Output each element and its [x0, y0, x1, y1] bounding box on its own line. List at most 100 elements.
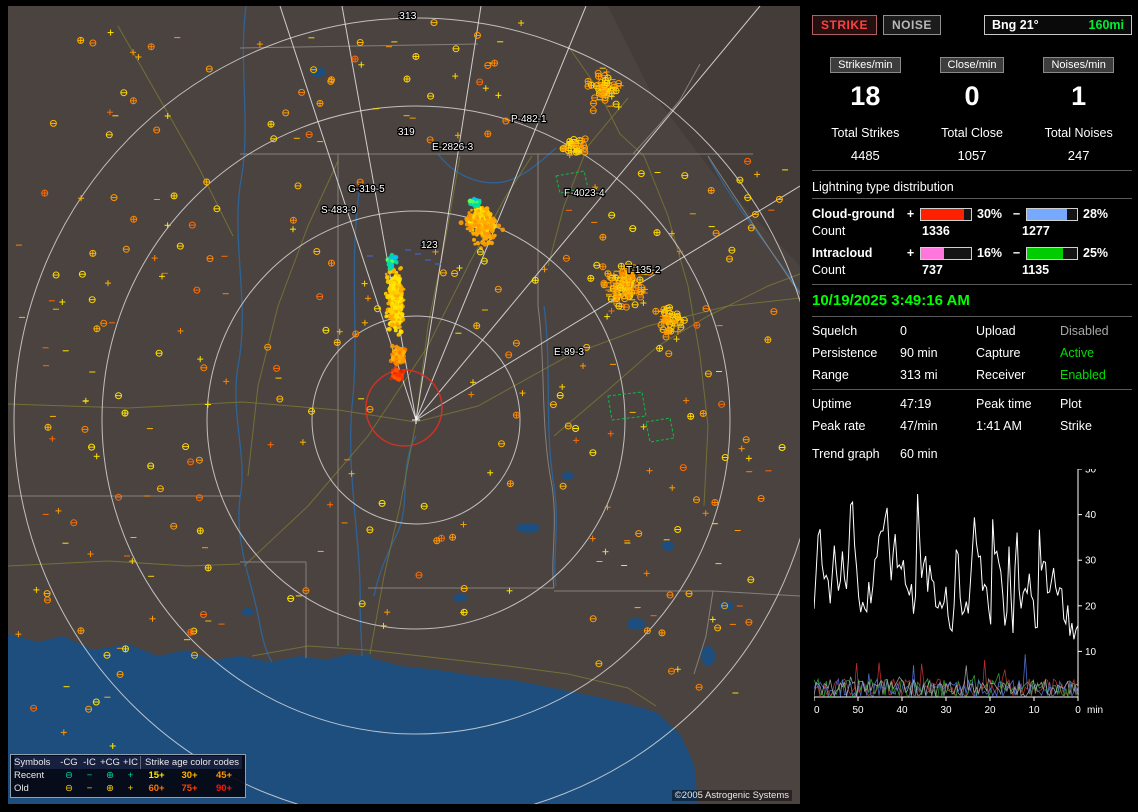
- cg-negative-pct: 28%: [1083, 207, 1109, 221]
- old-cg-minus-icon: ⊖: [65, 783, 73, 794]
- capture-label: Capture: [976, 346, 1021, 360]
- recent-ic-minus-icon: −: [86, 770, 93, 781]
- total-noises-value: 247: [1067, 148, 1090, 163]
- strike-mode-button[interactable]: STRIKE: [812, 15, 878, 35]
- recent-cg-plus-icon: ⊕: [106, 770, 114, 781]
- cg-negative-count: 1277: [1022, 224, 1050, 238]
- svg-text:60: 60: [814, 705, 820, 716]
- trend-graph-header: Trend graph 60 min: [812, 447, 1132, 461]
- uptime-label: Uptime: [812, 397, 852, 411]
- mode-toolbar: STRIKE NOISE Bng 21° 160mi: [812, 15, 1132, 35]
- trend-graph-label: Trend graph: [812, 447, 880, 461]
- ic-negative-pct: 25%: [1083, 246, 1109, 260]
- bearing-range-value: 160mi: [1088, 18, 1124, 32]
- ic-count-label: Count: [812, 263, 846, 277]
- peak-time-label: Peak time: [976, 397, 1032, 411]
- cg-positive-pct: 30%: [977, 207, 1003, 221]
- svg-text:50: 50: [1085, 469, 1097, 476]
- upload-value: Disabled: [1060, 324, 1109, 338]
- age-60: 60+: [148, 783, 165, 794]
- lightning-map[interactable]: 313 319 E-2826-3 G-319-5 S-483-9 P-482-1 F-402…: [8, 6, 800, 804]
- ic-minus-sign: −: [1012, 246, 1021, 260]
- ic-positive-bar: [920, 246, 972, 260]
- persistence-value: 90 min: [900, 346, 938, 360]
- plot-label: Plot: [1060, 397, 1082, 411]
- status-grid: Uptime 47:19 Peak time Plot Peak rate 47…: [812, 397, 1132, 433]
- svg-text:40: 40: [1085, 510, 1097, 521]
- noise-mode-button[interactable]: NOISE: [883, 15, 941, 35]
- bearing-value: Bng 21°: [992, 18, 1039, 32]
- map-legend: Symbols -CG -IC +CG +IC Strike age color…: [10, 754, 246, 798]
- cg-positive-count: 1336: [922, 224, 950, 238]
- cloud-ground-label: Cloud-ground: [812, 207, 895, 221]
- svg-text:20: 20: [1085, 601, 1097, 612]
- cg-positive-bar: [920, 207, 972, 221]
- upload-label: Upload: [976, 324, 1016, 338]
- legend-col-pcg: +CG: [99, 756, 121, 769]
- legend-recent-label: Recent: [14, 770, 45, 781]
- rate-counters: Strikes/min 18 Total Strikes 4485 Close/…: [812, 57, 1132, 163]
- strikes-per-min-button[interactable]: Strikes/min: [830, 57, 901, 73]
- age-75: 75+: [181, 783, 198, 794]
- total-noises-label: Total Noises: [1044, 126, 1113, 140]
- ic-positive-pct: 16%: [977, 246, 1003, 260]
- copyright-text: ©2005 Astrogenic Systems: [671, 790, 792, 801]
- bearing-readout: Bng 21° 160mi: [984, 15, 1132, 35]
- status-panel: STRIKE NOISE Bng 21° 160mi Strikes/min 1…: [812, 6, 1132, 806]
- peak-rate-value: 47/min: [900, 419, 938, 433]
- svg-text:50: 50: [852, 705, 864, 716]
- distribution-title: Lightning type distribution: [812, 178, 1132, 199]
- persistence-label: Persistence: [812, 346, 878, 360]
- svg-text:E-89-3: E-89-3: [554, 347, 584, 358]
- strikes-column: Strikes/min 18 Total Strikes 4485: [812, 57, 919, 163]
- svg-text:20: 20: [984, 705, 996, 716]
- svg-text:E-2826-3: E-2826-3: [432, 142, 474, 153]
- cg-negative-bar: [1026, 207, 1078, 221]
- noises-per-min-button[interactable]: Noises/min: [1043, 57, 1114, 73]
- svg-text:F-4023-4: F-4023-4: [564, 188, 605, 199]
- legend-col-nic: -IC: [80, 756, 99, 769]
- total-close-label: Total Close: [941, 126, 1003, 140]
- range-label: Range: [812, 368, 849, 382]
- legend-old-label: Old: [14, 783, 29, 794]
- trend-graph-canvas: 50 40 30 20 10 60 50 40 30 20 10 0 min: [814, 469, 1118, 719]
- datetime-display: 10/19/2025 3:49:16 AM: [812, 292, 970, 309]
- noises-per-min-value: 1: [1071, 81, 1087, 111]
- old-cg-plus-icon: ⊕: [106, 783, 114, 794]
- capture-value: Active: [1060, 346, 1095, 360]
- intracloud-row: Intracloud + 16% − 25%: [812, 246, 1132, 260]
- svg-text:30: 30: [1085, 556, 1097, 567]
- legend-age-title: Strike age color codes: [140, 756, 242, 769]
- peak-rate-label: Peak rate: [812, 419, 866, 433]
- ic-positive-count: 737: [922, 263, 943, 277]
- close-per-min-button[interactable]: Close/min: [939, 57, 1005, 73]
- close-per-min-value: 0: [964, 81, 980, 111]
- settings-grid: Squelch 0 Upload Disabled Persistence 90…: [812, 324, 1132, 382]
- svg-text:T-135-2: T-135-2: [626, 265, 661, 276]
- old-ic-plus-icon: +: [127, 783, 134, 794]
- receiver-label: Receiver: [976, 368, 1026, 382]
- svg-text:319: 319: [398, 127, 415, 138]
- peak-time-value: 1:41 AM: [976, 419, 1022, 433]
- svg-text:min: min: [1087, 705, 1103, 716]
- cloud-ground-count-row: Count 1336 1277: [812, 224, 1132, 238]
- recent-ic-plus-icon: +: [127, 770, 134, 781]
- lightning-map-canvas[interactable]: 313 319 E-2826-3 G-319-5 S-483-9 P-482-1 F-402…: [8, 6, 800, 804]
- total-close-value: 1057: [957, 148, 987, 163]
- total-strikes-label: Total Strikes: [831, 126, 900, 140]
- svg-text:0: 0: [1075, 705, 1081, 716]
- noises-column: Noises/min 1 Total Noises 247: [1025, 57, 1132, 163]
- squelch-value: 0: [900, 324, 907, 338]
- svg-text:40: 40: [896, 705, 908, 716]
- svg-text:10: 10: [1028, 705, 1040, 716]
- strikes-per-min-value: 18: [850, 81, 881, 111]
- recent-cg-minus-icon: ⊖: [65, 770, 73, 781]
- svg-text:S-483-9: S-483-9: [321, 205, 357, 216]
- legend-symbols-label: Symbols: [14, 756, 58, 769]
- age-30: 30+: [181, 770, 198, 781]
- ic-plus-sign: +: [906, 246, 915, 260]
- plot-value: Strike: [1060, 419, 1092, 433]
- ic-negative-count: 1135: [1022, 263, 1050, 277]
- legend-col-ncg: -CG: [58, 756, 80, 769]
- svg-text:123: 123: [421, 240, 438, 251]
